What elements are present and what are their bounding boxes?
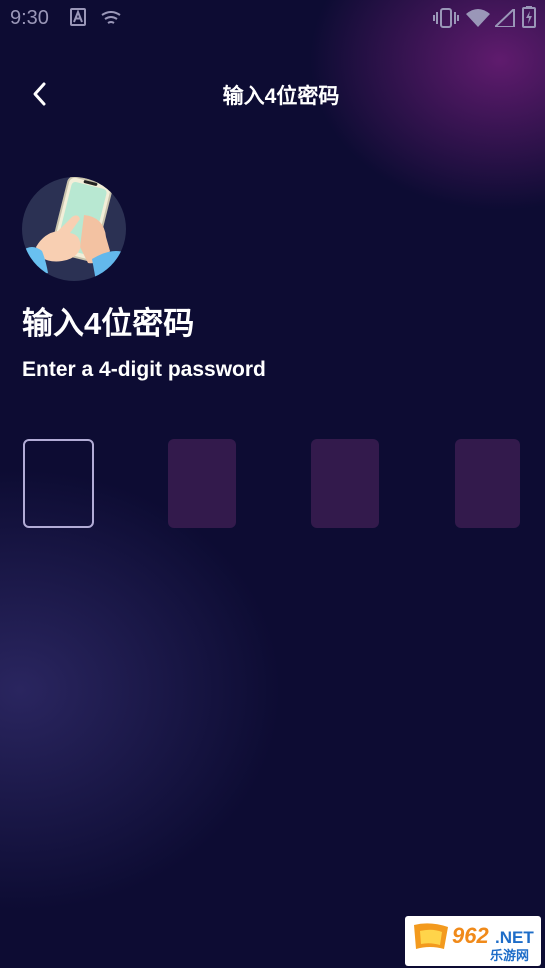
subheading: Enter a 4-digit password (22, 358, 266, 381)
svg-text:.NET: .NET (495, 928, 534, 947)
password-screen: 9:30 输入4位密码 输入4位密码 Enter a 4-digit passw… (0, 0, 545, 968)
pin-box-1[interactable] (23, 439, 94, 528)
battery-icon (522, 6, 536, 33)
watermark-logo: 962 .NET 乐游网 (405, 916, 541, 966)
cell-signal-icon (492, 6, 515, 32)
svg-text:962: 962 (452, 923, 489, 948)
wifi-icon (466, 9, 490, 32)
a-notification-icon (70, 8, 86, 31)
page-title: 输入4位密码 (222, 85, 340, 108)
pin-box-2[interactable] (168, 439, 236, 528)
pin-box-3[interactable] (311, 439, 379, 528)
signal-notification-icon (101, 11, 121, 30)
vibrate-icon (433, 8, 459, 33)
pin-box-4[interactable] (455, 439, 520, 528)
status-bar: 9:30 (0, 0, 545, 36)
status-time: 9:30 (10, 7, 49, 29)
hand-holding-phone-illustration (22, 177, 126, 281)
svg-text:乐游网: 乐游网 (490, 948, 529, 963)
heading: 输入4位密码 (22, 306, 195, 341)
